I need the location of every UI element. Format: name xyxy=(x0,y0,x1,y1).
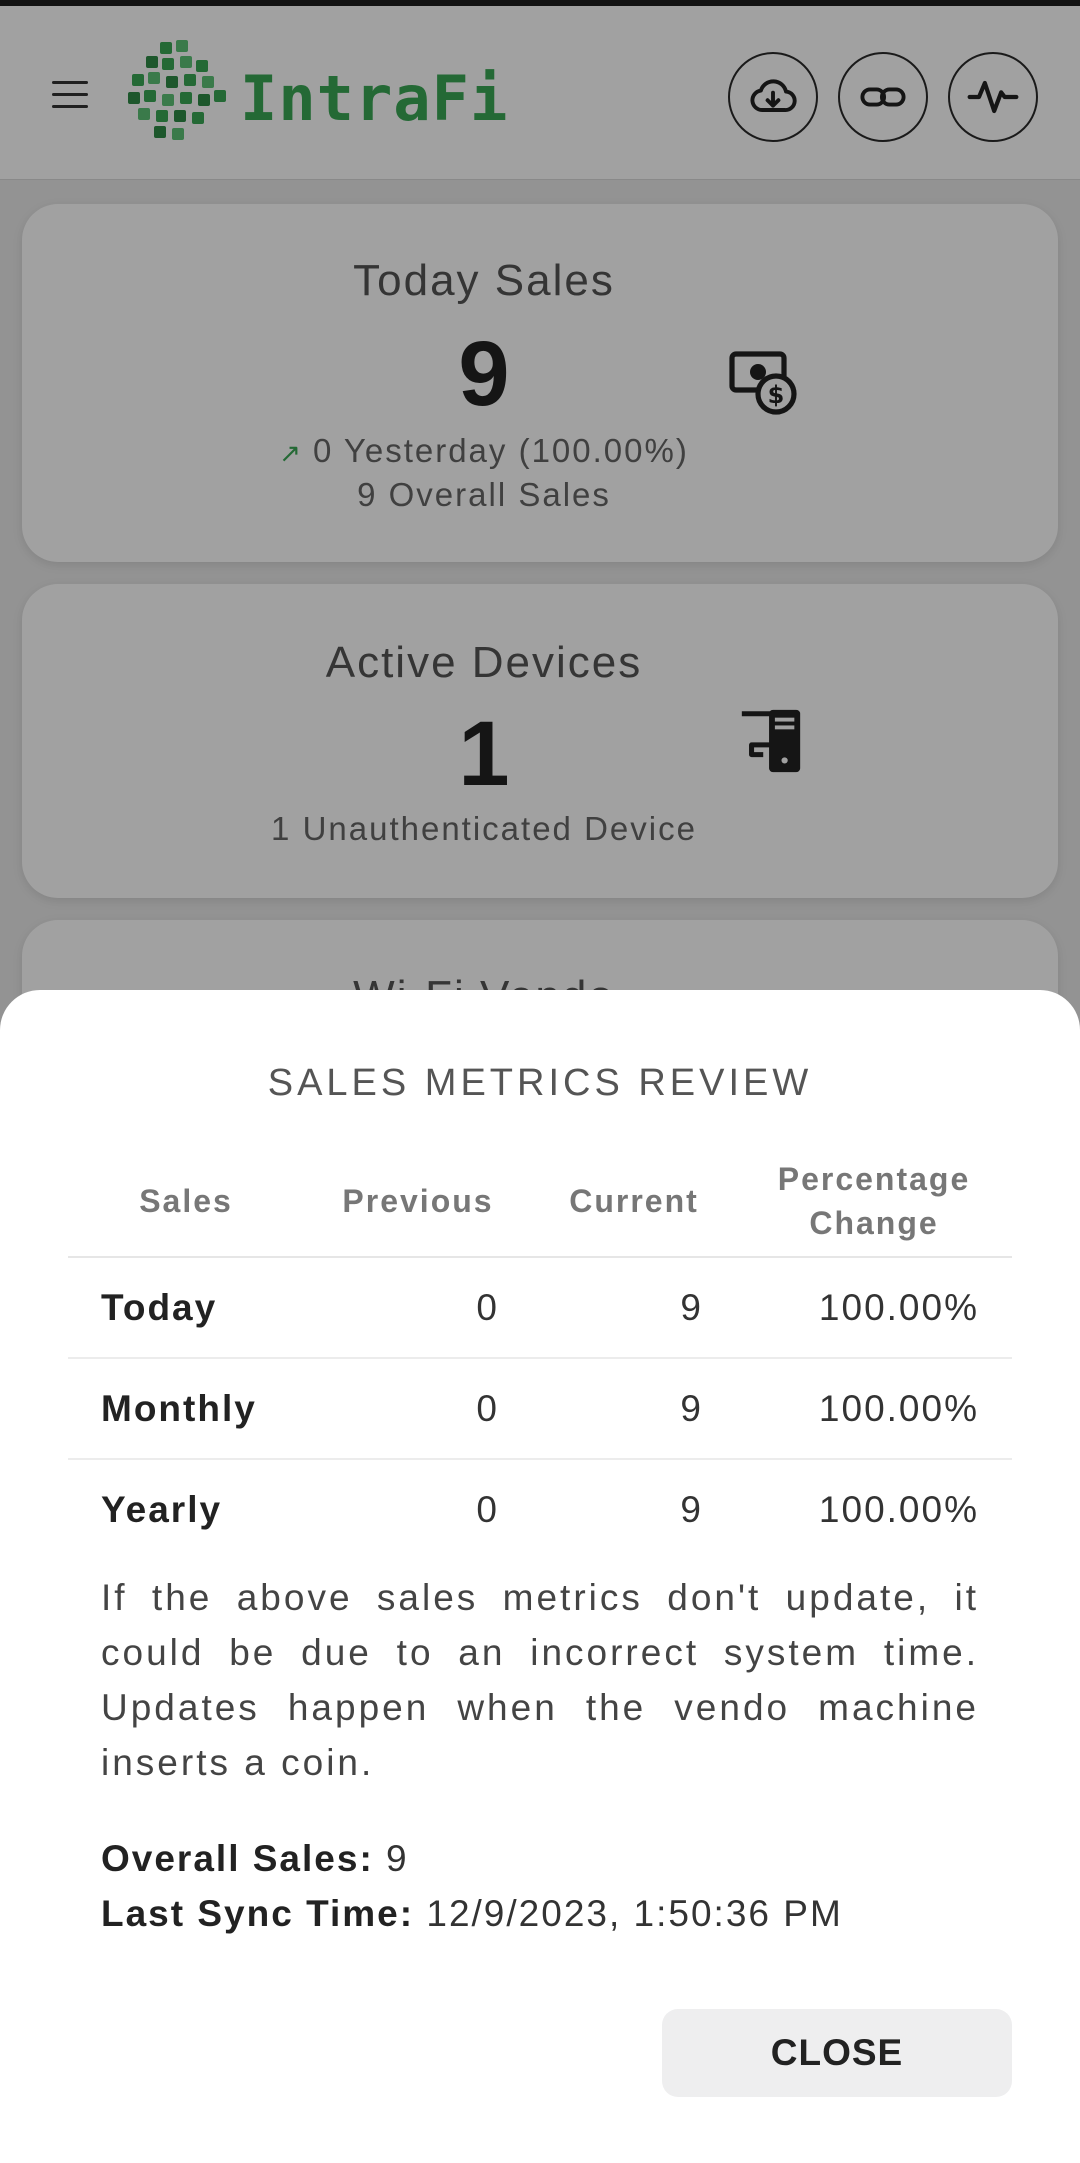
previous-value: 0 xyxy=(476,1489,499,1530)
overall-sales-value: 9 xyxy=(386,1838,409,1879)
overall-sales-label: Overall Sales: xyxy=(101,1838,374,1879)
current-value: 9 xyxy=(680,1489,703,1530)
previous-value: 0 xyxy=(304,1358,532,1460)
current-value: 9 xyxy=(532,1358,736,1460)
sales-metrics-sheet: SALES METRICS REVIEW Sales Previous Curr… xyxy=(0,990,1080,2163)
overall-sales-info: Overall Sales: 9 xyxy=(101,1838,409,1880)
row-label: Monthly xyxy=(68,1358,304,1460)
percentage-change-value: 100.00% xyxy=(818,1489,979,1530)
column-header-previous: Previous xyxy=(304,1145,532,1258)
table-row: Today 0 9 100.00% xyxy=(68,1257,1012,1359)
last-sync-value: 12/9/2023, 1:50:36 PM xyxy=(426,1893,843,1934)
percentage-change-value: 100.00% xyxy=(736,1257,1012,1359)
table-header-row: Sales Previous Current Percentage Change xyxy=(68,1145,1012,1258)
table-row: Yearly 0 9 100.00% xyxy=(68,1459,1012,1560)
previous-value: 0 xyxy=(304,1257,532,1359)
current-value: 9 xyxy=(532,1257,736,1359)
row-label: Yearly xyxy=(101,1489,223,1530)
column-header-current: Current xyxy=(532,1145,736,1258)
sheet-title: SALES METRICS REVIEW xyxy=(267,1062,813,1104)
row-label: Today xyxy=(68,1257,304,1359)
last-sync-info: Last Sync Time: 12/9/2023, 1:50:36 PM xyxy=(101,1893,843,1935)
sales-metrics-table: Sales Previous Current Percentage Change… xyxy=(68,1145,1012,1560)
percentage-change-value: 100.00% xyxy=(736,1358,1012,1460)
close-button[interactable]: CLOSE xyxy=(662,2009,1012,2097)
sync-note: If the above sales metrics don't update,… xyxy=(101,1577,979,1783)
last-sync-label: Last Sync Time: xyxy=(101,1893,415,1934)
column-header-percentage-change: Percentage Change xyxy=(736,1145,1012,1258)
column-header-sales: Sales xyxy=(68,1145,304,1258)
table-row: Monthly 0 9 100.00% xyxy=(68,1358,1012,1460)
